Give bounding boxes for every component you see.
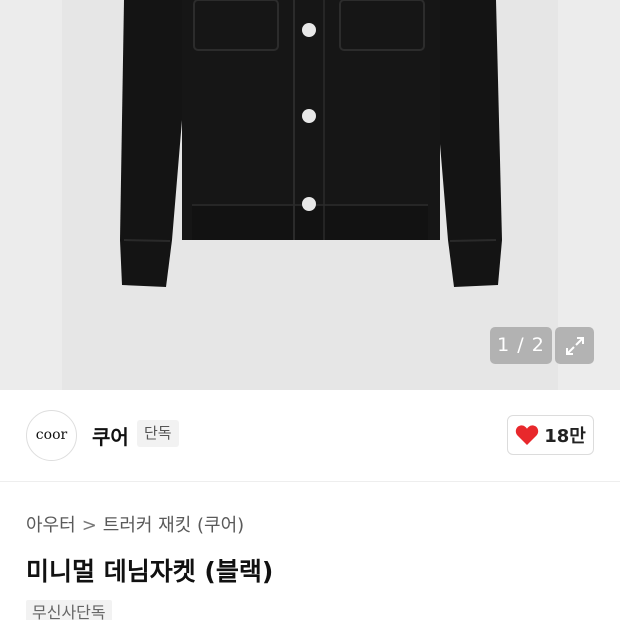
- jacket-illustration: [120, 0, 502, 287]
- heart-icon: [516, 425, 539, 445]
- product-detail-page: 1 / 2 coor 쿠어 단독 18만 아우터 > 트러커 재킷 (쿠어) 미니멀…: [0, 0, 620, 620]
- breadcrumb-separator: >: [81, 515, 97, 536]
- product-image-carousel[interactable]: 1 / 2: [0, 0, 620, 390]
- expand-button[interactable]: [555, 327, 594, 364]
- brand-logo[interactable]: coor: [26, 410, 77, 461]
- brand-name[interactable]: 쿠어: [92, 421, 129, 450]
- image-counter: 1 / 2: [490, 327, 552, 364]
- product-photo: [62, 0, 558, 390]
- like-count: 18만: [544, 426, 586, 447]
- expand-icon: [565, 336, 584, 355]
- brand-exclusive-tag: 단독: [137, 420, 179, 447]
- breadcrumb-item-outer[interactable]: 아우터: [26, 515, 76, 536]
- product-title: 미니멀 데님자켓 (블랙): [26, 557, 274, 586]
- like-button[interactable]: 18만: [507, 415, 594, 455]
- breadcrumb: 아우터 > 트러커 재킷 (쿠어): [26, 511, 244, 537]
- musinsa-exclusive-badge: 무신사단독: [26, 600, 112, 620]
- breadcrumb-item-trucker-jacket[interactable]: 트러커 재킷 (쿠어): [103, 515, 244, 536]
